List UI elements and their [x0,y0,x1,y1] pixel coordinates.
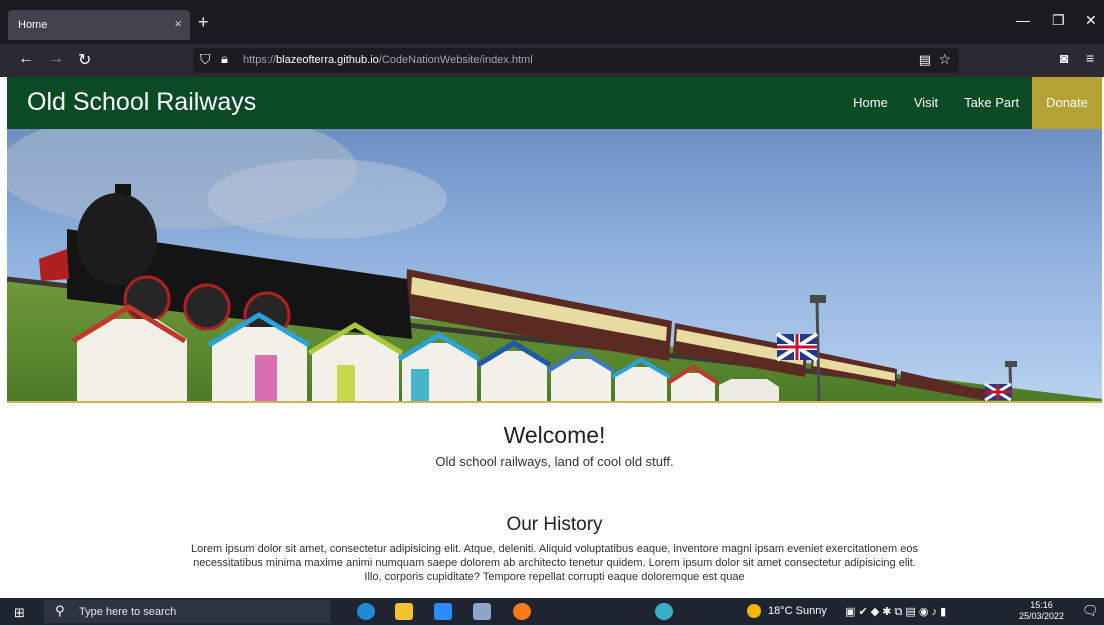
firefox-icon[interactable] [513,603,531,620]
edge-icon[interactable] [357,603,375,620]
weather-text[interactable]: 18°C Sunny [768,605,827,617]
notepad-icon[interactable] [473,603,491,620]
url-prefix: https:// [243,54,277,66]
search-icon: ⚲ [55,603,65,618]
browser-tab-bar: Home × + — ❐ ✕ [0,0,1104,44]
hero-image [7,129,1102,403]
browser-tab[interactable]: Home × [8,10,190,40]
url-path: /CodeNationWebsite/index.html [378,54,533,66]
nav-link-home[interactable]: Home [840,77,901,129]
file-explorer-icon[interactable] [395,603,413,620]
new-tab-button[interactable]: + [198,12,209,33]
notification-icon[interactable]: 🗨︎ [1082,603,1099,619]
tray-icons[interactable]: ▣ ✔ ◆ ✱ ⧉ ▤ ◉ ♪ ▮ [845,605,946,619]
windows-taskbar: ⊞ ⚲ Type here to search 18°C Sunny ▣ ✔ ◆… [0,598,1104,625]
sun-icon [747,604,761,618]
nav-link-visit[interactable]: Visit [901,77,951,129]
hamburger-menu-icon[interactable]: ≡ [1086,50,1094,66]
taskbar-search[interactable]: ⚲ Type here to search [44,600,330,623]
website: Old School Railways Home Visit Take Part… [7,77,1102,598]
help-icon[interactable] [655,603,673,620]
reload-icon[interactable]: ↻ [78,50,91,70]
site-title[interactable]: Old School Railways [27,88,256,117]
clock-date: 25/03/2022 [1019,611,1065,621]
clock-time: 15:16 [1030,600,1053,610]
address-bar[interactable]: ⛉ 🔒︎ https://blazeofterra.github.io/Code… [193,48,959,73]
forward-arrow-icon[interactable]: → [48,50,64,68]
zoom-icon[interactable] [434,603,452,620]
history-paragraph: Lorem ipsum dolor sit amet, consectetur … [190,543,918,583]
site-nav: Home Visit Take Part Donate [840,77,1102,129]
lock-icon[interactable]: 🔒︎ [221,51,228,67]
nav-link-take-part[interactable]: Take Part [951,77,1032,129]
welcome-subtitle: Old school railways, land of cool old st… [435,454,674,469]
history-heading: Our History [506,514,603,535]
browser-toolbar: ← → ↻ ⛉ 🔒︎ https://blazeofterra.github.i… [0,44,1104,77]
url-host: blazeofterra.github.io [276,54,379,66]
minimize-icon[interactable]: — [1016,12,1030,28]
site-header: Old School Railways Home Visit Take Part… [7,77,1102,129]
tab-title: Home [18,19,48,31]
tab-close-icon[interactable]: × [174,16,182,31]
bookmark-star-icon[interactable]: ☆ [938,51,951,68]
clock[interactable]: 15:16 25/03/2022 [1019,600,1064,622]
shield-icon[interactable]: ⛉ [200,51,211,68]
welcome-heading: Welcome! [503,422,606,448]
close-window-icon[interactable]: ✕ [1085,12,1097,29]
windows-start-icon[interactable]: ⊞ [14,605,25,621]
hero-illustration [7,129,1102,401]
pocket-icon[interactable]: ◙ [1060,50,1068,66]
reader-view-icon[interactable]: ▤ [919,52,931,68]
url-text[interactable]: https://blazeofterra.github.io/CodeNatio… [243,54,533,66]
nav-link-donate[interactable]: Donate [1032,77,1102,129]
restore-icon[interactable]: ❐ [1052,12,1065,29]
search-placeholder: Type here to search [79,606,177,618]
back-arrow-icon[interactable]: ← [18,50,34,68]
